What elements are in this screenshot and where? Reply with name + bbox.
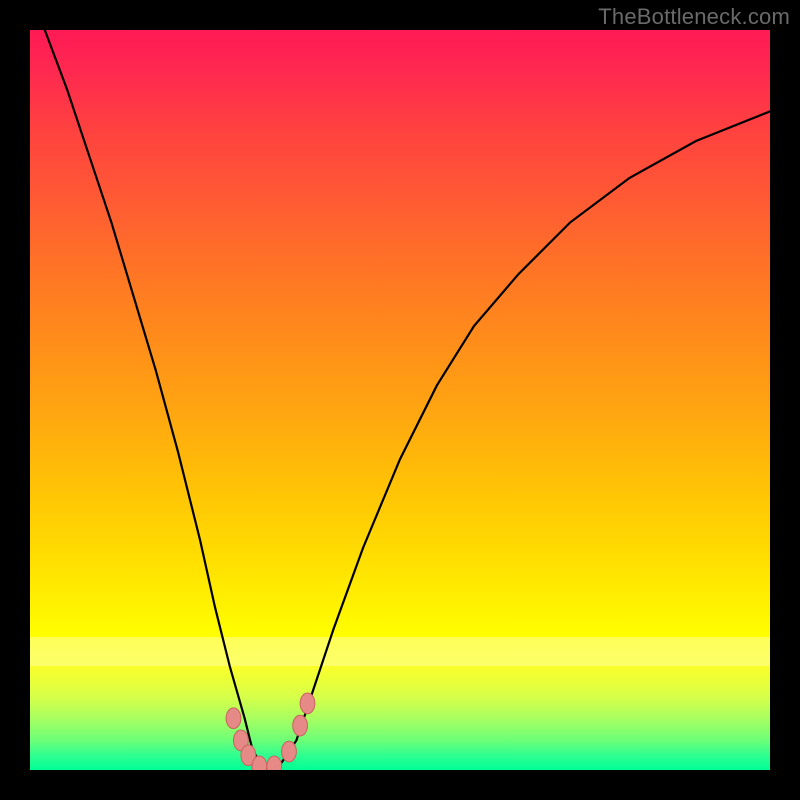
plot-area	[30, 30, 770, 770]
curve-marker	[300, 693, 315, 714]
curve-marker	[267, 756, 282, 770]
curve-marker	[226, 708, 241, 729]
marker-group	[226, 693, 315, 770]
curve-svg	[30, 30, 770, 770]
curve-marker	[282, 741, 297, 762]
curve-marker	[293, 715, 308, 736]
chart-frame: TheBottleneck.com	[0, 0, 800, 800]
bottleneck-curve	[45, 30, 770, 770]
watermark-text: TheBottleneck.com	[598, 4, 790, 30]
